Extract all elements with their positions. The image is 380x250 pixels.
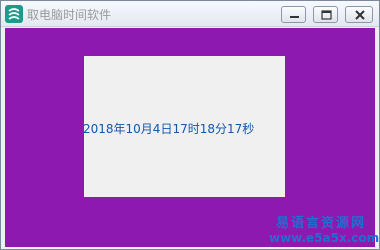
close-button[interactable] — [345, 6, 373, 23]
watermark-url: www.e5a5x.com — [269, 231, 380, 245]
datetime-label: 2018年10月4日17时18分17秒 — [83, 122, 255, 136]
maximize-button[interactable] — [313, 6, 338, 23]
watermark-site-name: 易语言资源网 — [275, 216, 366, 231]
window-title: 取电脑时间软件 — [27, 8, 112, 22]
app-window: 取电脑时间软件 2018年10月4日17时18分17秒 易语言资源网 www.e… — [0, 0, 380, 250]
title-bar[interactable]: 取电脑时间软件 — [1, 1, 379, 27]
minimize-button[interactable] — [281, 6, 306, 23]
app-logo-icon — [5, 5, 23, 23]
